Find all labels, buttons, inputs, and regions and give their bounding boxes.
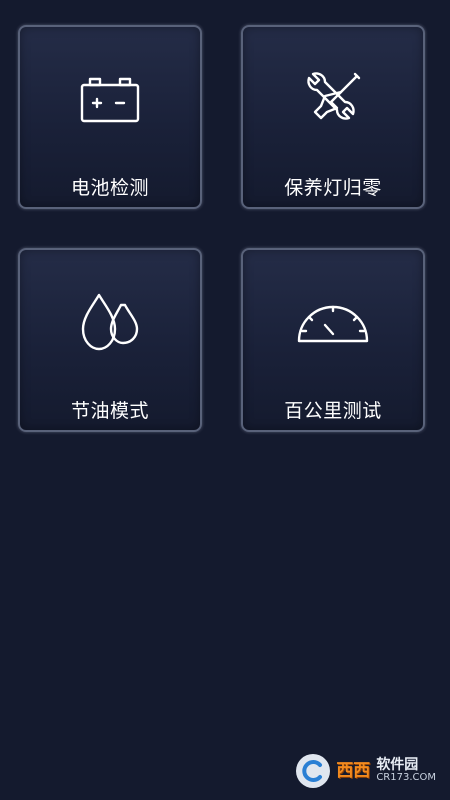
tile-maintenance-reset[interactable]: 保养灯归零 — [241, 25, 425, 209]
battery-icon — [70, 65, 150, 135]
watermark-text: 软件园 CR173.COM — [376, 758, 436, 783]
watermark-name: 软件园 — [376, 757, 419, 774]
c-logo-icon — [296, 754, 331, 788]
tile-fuel-saving[interactable]: 节油模式 — [18, 248, 202, 432]
watermark-brand: 西西 — [336, 760, 371, 781]
water-drops-icon — [70, 288, 150, 358]
tile-100km-test[interactable]: 百公里测试 — [241, 248, 425, 432]
tile-label: 百公里测试 — [284, 400, 382, 422]
tile-label: 电池检测 — [70, 177, 149, 199]
tile-battery-check[interactable]: 电池检测 — [18, 25, 202, 209]
watermark-url: CR173.COM — [376, 772, 436, 784]
watermark-brand-text: 西西 — [336, 760, 371, 781]
tile-label: 保养灯归零 — [284, 177, 382, 199]
watermark: 西西 软件园 CR173.COM — [296, 754, 436, 788]
tile-label: 节油模式 — [70, 400, 149, 422]
wrench-screwdriver-icon — [293, 65, 373, 135]
speedometer-icon — [293, 288, 373, 358]
